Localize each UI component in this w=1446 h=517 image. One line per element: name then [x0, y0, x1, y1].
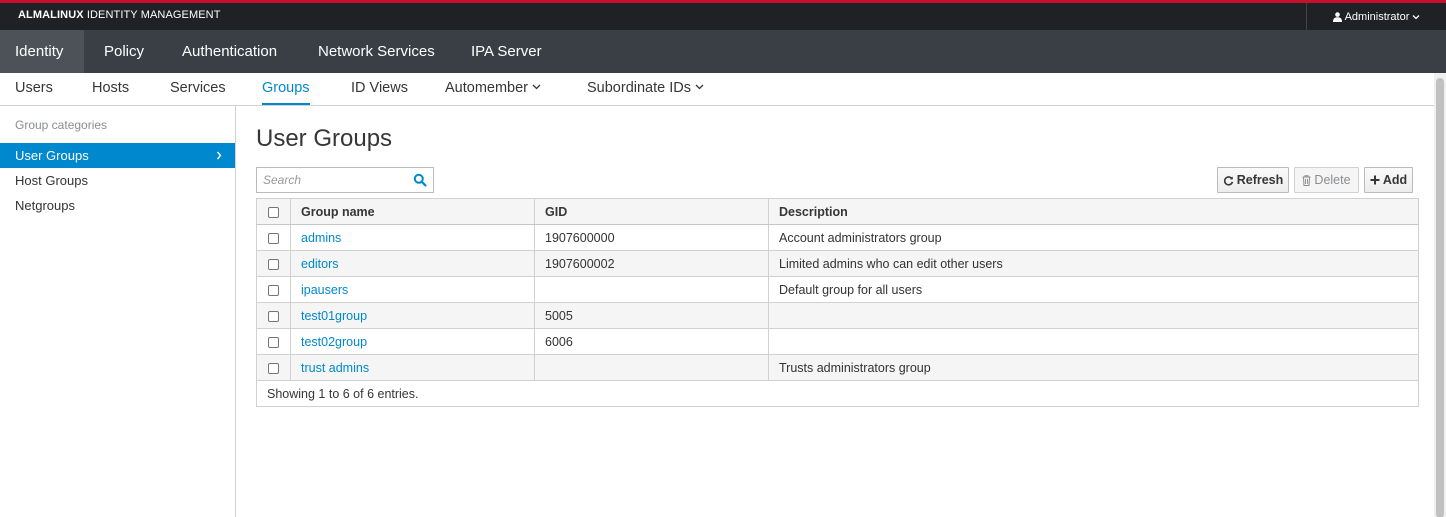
group-name-cell: admins — [290, 224, 535, 251]
row-checkbox[interactable] — [268, 362, 279, 374]
table-row: editors 1907600002 Limited admins who ca… — [256, 250, 1419, 277]
chevron-right-icon — [216, 151, 222, 160]
delete-label: Delete — [1314, 173, 1351, 187]
gid-cell: 6006 — [534, 328, 769, 355]
add-label: Add — [1382, 173, 1408, 187]
sidebar-item-netgroups[interactable]: Netgroups — [0, 193, 235, 218]
column-header-gid[interactable]: GID — [534, 198, 769, 225]
user-menu-dropdown[interactable]: Administrator — [1306, 3, 1446, 30]
refresh-label: Refresh — [1236, 173, 1284, 187]
group-name-link[interactable]: test01group — [301, 309, 367, 323]
secondary-tab-groups[interactable]: Groups — [262, 73, 310, 105]
description-cell — [768, 302, 1419, 329]
secondary-tab-automember-label: Automember — [445, 80, 529, 96]
table-row: test01group 5005 — [256, 302, 1419, 329]
secondary-tab-id-views[interactable]: ID Views — [351, 73, 408, 105]
primary-nav: Identity Policy Authentication Network S… — [0, 30, 1446, 73]
search-icon[interactable] — [413, 173, 427, 187]
chevron-down-icon — [695, 84, 704, 90]
group-name-cell: test02group — [290, 328, 535, 355]
gid-cell: 1907600000 — [534, 224, 769, 251]
search-field — [256, 167, 434, 193]
group-name-link[interactable]: admins — [301, 231, 341, 245]
table-row: admins 1907600000 Account administrators… — [256, 224, 1419, 251]
secondary-tab-services[interactable]: Services — [170, 73, 226, 105]
refresh-button[interactable]: Refresh — [1217, 167, 1289, 193]
table-row: ipausers Default group for all users — [256, 276, 1419, 303]
table-row: test02group 6006 — [256, 328, 1419, 355]
row-checkbox[interactable] — [268, 284, 279, 296]
secondary-tab-users[interactable]: Users — [15, 73, 53, 105]
groups-table: Group name GID Description admins 190760… — [256, 198, 1419, 407]
user-name: Administrator — [1344, 10, 1410, 23]
primary-tab-network-services[interactable]: Network Services — [318, 30, 435, 73]
masthead: ALMALINUX IDENTITY MANAGEMENT Administra… — [0, 0, 1446, 30]
gid-cell — [534, 354, 769, 381]
primary-tab-policy[interactable]: Policy — [104, 30, 144, 73]
refresh-icon — [1223, 175, 1233, 186]
user-icon — [1332, 11, 1342, 22]
sidebar-heading: Group categories — [15, 118, 108, 132]
select-all-cell — [256, 198, 291, 225]
secondary-tab-subordinate-ids-label: Subordinate IDs — [587, 80, 691, 96]
trash-icon — [1302, 174, 1311, 186]
row-select-cell — [256, 250, 291, 277]
primary-tab-identity[interactable]: Identity — [0, 30, 84, 73]
row-select-cell — [256, 224, 291, 251]
page-title: User Groups — [256, 125, 393, 152]
chevron-down-icon — [1412, 14, 1420, 19]
secondary-tab-automember[interactable]: Automember — [445, 73, 541, 105]
row-checkbox[interactable] — [268, 232, 279, 244]
group-name-link[interactable]: ipausers — [301, 283, 348, 297]
table-header-row: Group name GID Description — [256, 198, 1419, 225]
primary-tab-authentication[interactable]: Authentication — [182, 30, 277, 73]
select-all-checkbox[interactable] — [268, 206, 279, 218]
sidebar-item-user-groups[interactable]: User Groups — [0, 143, 235, 168]
description-cell: Trusts administrators group — [768, 354, 1419, 381]
secondary-tab-hosts[interactable]: Hosts — [92, 73, 129, 105]
search-input[interactable] — [257, 168, 407, 192]
column-header-description[interactable]: Description — [768, 198, 1419, 225]
add-button[interactable]: Add — [1364, 167, 1413, 193]
description-cell: Account administrators group — [768, 224, 1419, 251]
scrollbar-thumb[interactable] — [1436, 78, 1444, 517]
group-name-link[interactable]: test02group — [301, 335, 367, 349]
description-cell: Default group for all users — [768, 276, 1419, 303]
gid-cell: 1907600002 — [534, 250, 769, 277]
group-name-link[interactable]: editors — [301, 257, 339, 271]
sidebar-item-host-groups[interactable]: Host Groups — [0, 168, 235, 193]
secondary-nav: Users Hosts Services Groups ID Views Aut… — [0, 73, 1446, 106]
group-name-cell: test01group — [290, 302, 535, 329]
row-checkbox[interactable] — [268, 258, 279, 270]
group-name-cell: editors — [290, 250, 535, 277]
primary-tab-ipa-server[interactable]: IPA Server — [471, 30, 542, 73]
table-row: trust admins Trusts administrators group — [256, 354, 1419, 381]
group-name-cell: trust admins — [290, 354, 535, 381]
chevron-down-icon — [532, 84, 541, 90]
description-cell: Limited admins who can edit other users — [768, 250, 1419, 277]
gid-cell — [534, 276, 769, 303]
group-name-cell: ipausers — [290, 276, 535, 303]
description-cell — [768, 328, 1419, 355]
row-select-cell — [256, 276, 291, 303]
pagination-summary: Showing 1 to 6 of 6 entries. — [256, 380, 1419, 407]
main-content: User Groups Refresh Delete Add Group nam… — [236, 106, 1434, 517]
secondary-tab-subordinate-ids[interactable]: Subordinate IDs — [587, 73, 704, 105]
group-name-link[interactable]: trust admins — [301, 361, 369, 375]
gid-cell: 5005 — [534, 302, 769, 329]
row-select-cell — [256, 302, 291, 329]
row-select-cell — [256, 354, 291, 381]
brand-logo[interactable]: ALMALINUX IDENTITY MANAGEMENT — [18, 9, 221, 21]
row-checkbox[interactable] — [268, 336, 279, 348]
table-footer-row: Showing 1 to 6 of 6 entries. — [256, 380, 1419, 407]
sidebar-item-label: User Groups — [15, 148, 89, 163]
sidebar: Group categories User Groups Host Groups… — [0, 106, 236, 517]
brand-name-rest: IDENTITY MANAGEMENT — [83, 9, 221, 21]
column-header-group-name[interactable]: Group name — [290, 198, 535, 225]
row-checkbox[interactable] — [268, 310, 279, 322]
delete-button[interactable]: Delete — [1294, 167, 1359, 193]
plus-icon — [1370, 175, 1380, 185]
brand-name-bold: ALMALINUX — [18, 9, 84, 21]
row-select-cell — [256, 328, 291, 355]
